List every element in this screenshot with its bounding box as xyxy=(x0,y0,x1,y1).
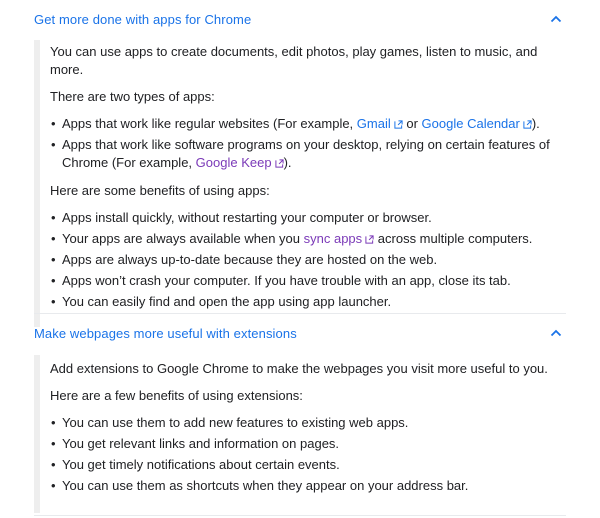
bullet: • xyxy=(51,457,56,472)
list-item-text: ). xyxy=(283,155,292,170)
external-link-icon xyxy=(394,120,403,129)
list-item-text: Apps install quickly, without restarting… xyxy=(62,210,432,225)
extensions-intro: Add extensions to Google Chrome to make … xyxy=(50,361,548,376)
apps-types-list: • Apps that work like regular websites (… xyxy=(50,115,560,172)
bullet: • xyxy=(51,478,56,493)
list-item-text: You get timely notifications about certa… xyxy=(62,457,340,472)
extensions-section: Make webpages more useful with extension… xyxy=(34,314,566,513)
list-item-text: Apps won’t crash your computer. If you h… xyxy=(62,273,511,288)
list-item: • You get relevant links and information… xyxy=(50,435,560,453)
section-divider xyxy=(34,515,566,516)
list-item-text: Your apps are always available when you xyxy=(62,231,304,246)
bullet: • xyxy=(51,231,56,246)
bullet: • xyxy=(51,252,56,267)
list-item-text: Apps that work like regular websites (Fo… xyxy=(62,116,357,131)
list-item: • You get timely notifications about cer… xyxy=(50,456,560,474)
apps-section-title[interactable]: Get more done with apps for Chrome xyxy=(34,12,251,27)
extensions-benefits-heading: Here are a few benefits of using extensi… xyxy=(50,388,303,403)
list-item-text: Apps are always up-to-date because they … xyxy=(62,252,438,267)
list-item: • Apps won’t crash your computer. If you… xyxy=(50,272,560,290)
list-item: • Apps that work like regular websites (… xyxy=(50,115,560,133)
apps-section: Get more done with apps for Chrome You c… xyxy=(34,0,566,327)
list-item: • Apps install quickly, without restarti… xyxy=(50,209,560,227)
list-item: • Apps that work like software programs … xyxy=(50,136,560,172)
list-item: • You can use them to add new features t… xyxy=(50,414,560,432)
google-calendar-link[interactable]: Google Calendar xyxy=(422,116,532,131)
google-keep-link-label[interactable]: Google Keep xyxy=(196,155,272,170)
gmail-link[interactable]: Gmail xyxy=(357,116,403,131)
chevron-up-icon[interactable] xyxy=(548,325,564,341)
list-item-text: You can use them as shortcuts when they … xyxy=(62,478,469,493)
sync-apps-link[interactable]: sync apps xyxy=(304,231,375,246)
extensions-section-title[interactable]: Make webpages more useful with extension… xyxy=(34,326,297,341)
external-link-icon xyxy=(523,120,532,129)
list-item: • Your apps are always available when yo… xyxy=(50,230,560,248)
google-calendar-link-label[interactable]: Google Calendar xyxy=(422,116,520,131)
bullet: • xyxy=(51,294,56,309)
list-item-text: You get relevant links and information o… xyxy=(62,436,340,451)
bullet: • xyxy=(51,116,56,131)
bullet: • xyxy=(51,210,56,225)
apps-benefits-heading: Here are some benefits of using apps: xyxy=(50,183,270,198)
apps-section-body: You can use apps to create documents, ed… xyxy=(34,40,566,327)
list-item-text: or xyxy=(402,116,422,131)
external-link-icon xyxy=(365,235,374,244)
list-item: • You can use them as shortcuts when the… xyxy=(50,477,560,495)
google-keep-link[interactable]: Google Keep xyxy=(196,155,284,170)
bullet: • xyxy=(51,137,56,152)
apps-benefits-list: • Apps install quickly, without restarti… xyxy=(50,209,560,311)
list-item: • You can easily find and open the app u… xyxy=(50,293,560,311)
apps-types-heading: There are two types of apps: xyxy=(50,89,215,104)
bullet: • xyxy=(51,415,56,430)
chevron-up-icon[interactable] xyxy=(548,11,564,27)
list-item-text: You can easily find and open the app usi… xyxy=(62,294,392,309)
external-link-icon xyxy=(274,159,284,168)
list-item-text: You can use them to add new features to … xyxy=(62,415,409,430)
list-item-text: across multiple computers. xyxy=(374,231,533,246)
bullet: • xyxy=(51,436,56,451)
extensions-section-header[interactable]: Make webpages more useful with extension… xyxy=(34,314,566,352)
sync-apps-link-label[interactable]: sync apps xyxy=(304,231,363,246)
apps-intro: You can use apps to create documents, ed… xyxy=(50,44,538,77)
gmail-link-label[interactable]: Gmail xyxy=(357,116,391,131)
apps-section-header[interactable]: Get more done with apps for Chrome xyxy=(34,0,566,38)
list-item-text: Apps that work like software programs on… xyxy=(62,137,550,170)
list-item: • Apps are always up-to-date because the… xyxy=(50,251,560,269)
extensions-section-body: Add extensions to Google Chrome to make … xyxy=(34,355,566,513)
extensions-benefits-list: • You can use them to add new features t… xyxy=(50,414,560,495)
bullet: • xyxy=(51,273,56,288)
list-item-text: ). xyxy=(531,116,540,131)
